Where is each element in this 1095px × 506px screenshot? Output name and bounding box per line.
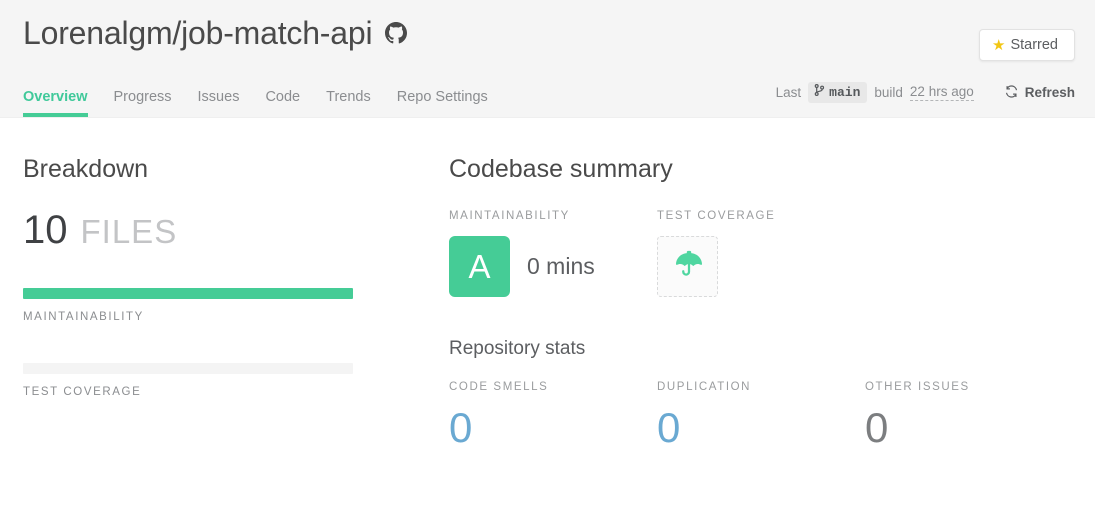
stat-other-issues-value: 0 [865,404,889,452]
repository-stats-row: CODE SMELLS 0 DUPLICATION 0 OTHER ISSUES… [449,381,1095,449]
maintainability-grade-row: A 0 mins [449,235,657,297]
stat-code-smells-label: CODE SMELLS [449,381,549,394]
maintainability-bar [23,287,353,299]
main-content: Breakdown 10 FILES MAINTAINABILITY TEST … [0,118,1095,449]
starred-button-label: Starred [1010,37,1058,53]
tab-overview[interactable]: Overview [23,89,101,118]
stat-code-smells-value: 0 [449,404,473,452]
page-title: Lorenalgm/job-match-api [23,15,373,51]
branch-chip[interactable]: main [808,82,868,103]
maintainability-bar-block: MAINTAINABILITY [23,287,448,323]
stat-code-smells: CODE SMELLS 0 [449,381,657,449]
tab-issues[interactable]: Issues [185,89,253,118]
build-prefix-label: Last [775,85,802,100]
maintainability-remediation-time: 0 mins [527,252,595,279]
test-coverage-metric-label: TEST COVERAGE [657,209,776,222]
umbrella-icon [672,248,704,285]
starred-button[interactable]: ★ Starred [978,29,1075,61]
git-branch-icon [814,84,825,100]
tab-trends[interactable]: Trends [313,89,384,118]
files-label: FILES [80,212,178,250]
test-coverage-metric: TEST COVERAGE [657,210,865,297]
test-coverage-placeholder-box[interactable] [657,235,718,297]
page-header: Lorenalgm/job-match-api Overview Progres… [0,0,1095,118]
star-icon: ★ [991,36,1006,54]
repo-title-row: Lorenalgm/job-match-api [23,14,408,52]
maintainability-grade-badge[interactable]: A [449,235,510,297]
files-count: 10 [23,207,68,252]
maintainability-bar-label: MAINTAINABILITY [23,310,144,323]
nav-tabs: Overview Progress Issues Code Trends Rep… [23,89,501,118]
github-icon[interactable] [385,21,408,49]
breakdown-heading: Breakdown [23,155,149,183]
tab-repo-settings[interactable]: Repo Settings [384,89,501,118]
repository-stats-heading: Repository stats [449,337,586,359]
refresh-button-label: Refresh [1024,85,1075,100]
files-summary: 10 FILES [23,210,448,250]
tab-progress[interactable]: Progress [101,89,185,118]
tab-code[interactable]: Code [252,89,313,118]
last-build-info: Last main build 22 hrs ago Refresh [776,82,1075,103]
test-coverage-bar-label: TEST COVERAGE [23,385,142,398]
codebase-summary-heading: Codebase summary [449,155,673,183]
breakdown-panel: Breakdown 10 FILES MAINTAINABILITY TEST … [0,155,448,449]
stat-duplication-value: 0 [657,404,681,452]
build-time-ago: 22 hrs ago [909,84,974,101]
stat-other-issues-label: OTHER ISSUES [865,381,970,394]
branch-name: main [829,84,861,100]
test-coverage-bar-block: TEST COVERAGE [23,362,448,398]
test-coverage-bar [23,362,353,374]
maintainability-metric: MAINTAINABILITY A 0 mins [449,210,657,297]
refresh-icon [1004,84,1019,102]
codebase-summary-panel: Codebase summary MAINTAINABILITY A 0 min… [448,155,1095,449]
summary-metrics-row: MAINTAINABILITY A 0 mins TEST COVERAGE [449,210,1095,297]
refresh-button[interactable]: Refresh [1004,84,1075,102]
stat-other-issues: OTHER ISSUES 0 [865,381,1073,449]
maintainability-metric-label: MAINTAINABILITY [449,209,570,222]
stat-duplication: DUPLICATION 0 [657,381,865,449]
build-middle-label: build [874,85,903,100]
stat-duplication-label: DUPLICATION [657,381,752,394]
